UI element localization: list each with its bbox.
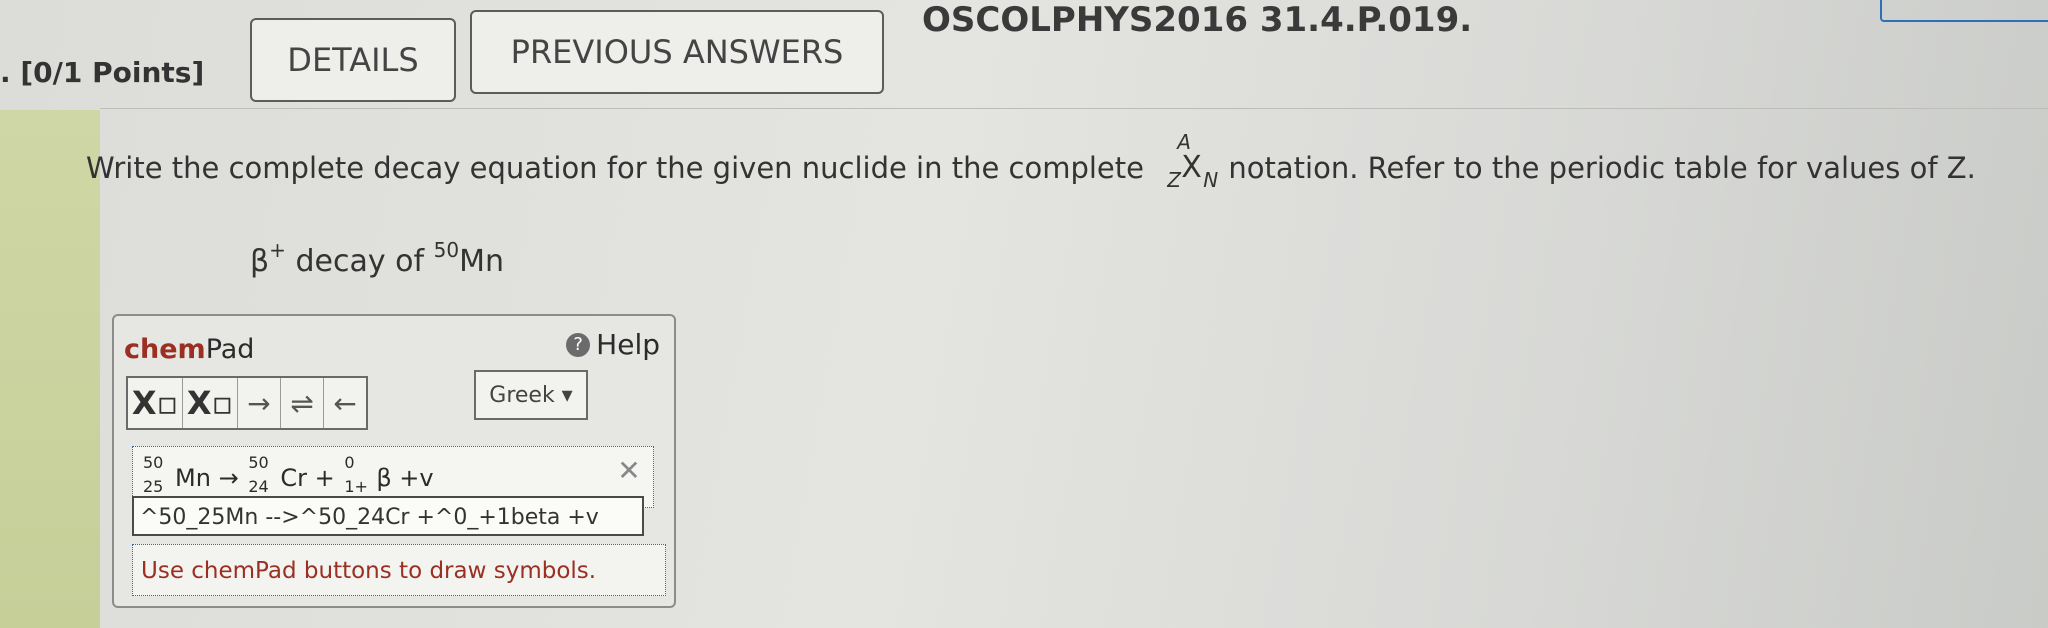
arrow-right-button[interactable]: → xyxy=(238,378,281,428)
previous-answers-button[interactable]: PREVIOUS ANSWERS xyxy=(470,10,884,94)
header-divider xyxy=(100,108,2048,109)
greek-dropdown[interactable]: Greek ▾ xyxy=(474,370,588,420)
chempad-toolbar: X▫ X▫ → ⇌ ← xyxy=(126,376,368,430)
chempad-hint: Use chemPad buttons to draw symbols. xyxy=(132,544,666,596)
clear-icon[interactable]: ✕ xyxy=(615,457,643,485)
question-text: Write the complete decay equation for th… xyxy=(86,130,1976,192)
help-icon: ? xyxy=(566,332,591,357)
question-id: OSCOLPHYS2016 31.4.P.019. xyxy=(922,0,1473,40)
nuclide-notation: A Z X N xyxy=(1167,130,1219,192)
top-bar: . [0/1 Points] DETAILS PREVIOUS ANSWERS … xyxy=(0,0,2048,102)
subscript-button[interactable]: X▫ xyxy=(128,378,183,428)
equation-text-input[interactable]: ^50_25Mn -->^50_24Cr +^0_+1beta +v xyxy=(132,496,644,536)
points-label: . [0/1 Points] xyxy=(0,56,205,89)
top-right-button[interactable] xyxy=(1880,0,2048,22)
question-number-strip xyxy=(0,110,100,628)
arrow-left-button[interactable]: ← xyxy=(324,378,366,428)
details-button[interactable]: DETAILS xyxy=(250,18,456,102)
chempad-title: chemPad xyxy=(124,334,255,365)
help-button[interactable]: ? Help xyxy=(566,328,660,361)
decay-description: β+ decay of 50Mn xyxy=(250,238,504,279)
equilibrium-button[interactable]: ⇌ xyxy=(281,378,324,428)
reaction-arrow: → xyxy=(218,464,239,492)
chempad-panel: chemPad ? Help X▫ X▫ → ⇌ ← Greek ▾ 50 25 M… xyxy=(112,314,676,608)
superscript-button[interactable]: X▫ xyxy=(183,378,238,428)
